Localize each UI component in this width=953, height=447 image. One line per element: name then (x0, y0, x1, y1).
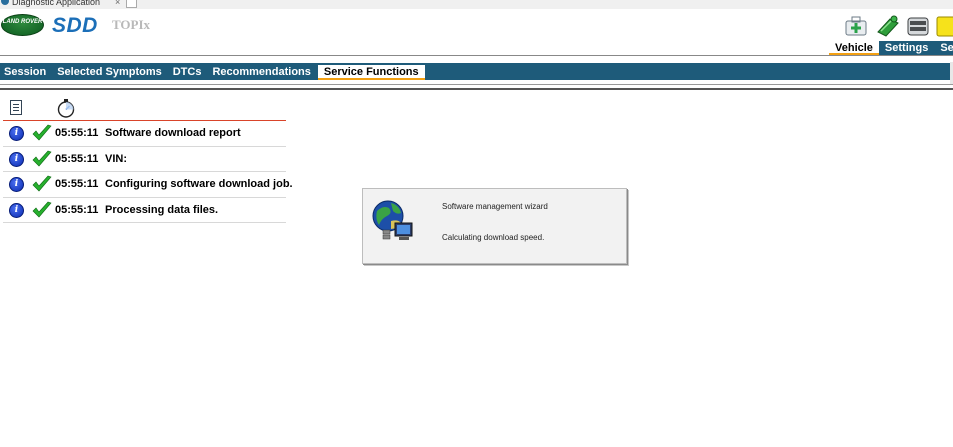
software-wizard-dialog: Software management wizard Calculating d… (362, 188, 627, 264)
checkmark-icon (32, 124, 52, 141)
log-time: 05:55:11 (55, 203, 99, 216)
new-tab-button[interactable] (126, 0, 137, 8)
tab-se-truncated[interactable]: Se (934, 41, 953, 55)
tab-recommendations[interactable]: Recommendations (208, 65, 314, 80)
log-panel-header (3, 95, 286, 121)
tab-selected-symptoms[interactable]: Selected Symptoms (53, 65, 166, 80)
info-icon (9, 202, 24, 218)
tab-settings[interactable]: Settings (878, 41, 935, 55)
green-tools-icon[interactable] (875, 14, 901, 38)
log-time: 05:55:11 (55, 178, 99, 190)
wizard-status: Calculating download speed. (442, 233, 545, 242)
window-titlebar: Diagnostic Application × (0, 0, 953, 9)
log-time: 05:55:11 (55, 152, 99, 165)
wizard-title: Software management wizard (442, 202, 548, 211)
checkmark-icon (32, 150, 52, 166)
land-rover-logo: LAND ROVER (1, 14, 44, 36)
stopwatch-icon[interactable] (56, 98, 76, 118)
right-tab-bar: Vehicle Settings Se (829, 41, 953, 55)
log-message: Processing data files. (105, 203, 219, 216)
document-icon[interactable] (10, 100, 22, 115)
divider (0, 88, 953, 90)
checkmark-icon (32, 201, 52, 217)
log-row[interactable]: 05:55:11 Processing data files. (3, 198, 286, 223)
first-aid-kit-icon[interactable] (843, 14, 869, 38)
topix-label: TOPIx (112, 17, 151, 32)
yellow-note-icon[interactable] (935, 14, 953, 38)
tab-service-functions[interactable]: Service Functions (317, 65, 425, 80)
log-row[interactable]: 05:55:11 Configuring software download j… (3, 172, 293, 198)
info-icon (9, 126, 24, 141)
tab-dtcs[interactable]: DTCs (169, 65, 206, 80)
checkmark-icon (32, 175, 52, 192)
log-row[interactable]: 05:55:11 VIN: (3, 147, 286, 172)
sdd-logo: SDD (52, 14, 98, 37)
log-message: VIN: (105, 152, 127, 165)
close-tab-icon[interactable]: × (115, 0, 120, 9)
divider (0, 84, 953, 85)
brand-bar: LAND ROVER SDD TOPIx (0, 9, 953, 41)
server-icon[interactable] (905, 14, 931, 38)
divider (0, 55, 953, 56)
log-message: Configuring software download job. (105, 178, 293, 190)
log-row[interactable]: 05:55:11 Software download report (3, 121, 286, 147)
log-message: Software download report (105, 127, 241, 139)
log-time: 05:55:11 (55, 127, 99, 139)
window-tab-title[interactable]: Diagnostic Application (0, 0, 125, 9)
info-icon (9, 177, 24, 192)
tab-session[interactable]: Session (0, 65, 50, 80)
globe-computer-icon (372, 200, 413, 240)
log-panel: 05:55:11 Software download report 05:55:… (3, 95, 293, 223)
info-icon (9, 151, 24, 167)
tab-vehicle[interactable]: Vehicle (829, 41, 879, 55)
main-nav: Session Selected Symptoms DTCs Recommend… (0, 65, 953, 80)
